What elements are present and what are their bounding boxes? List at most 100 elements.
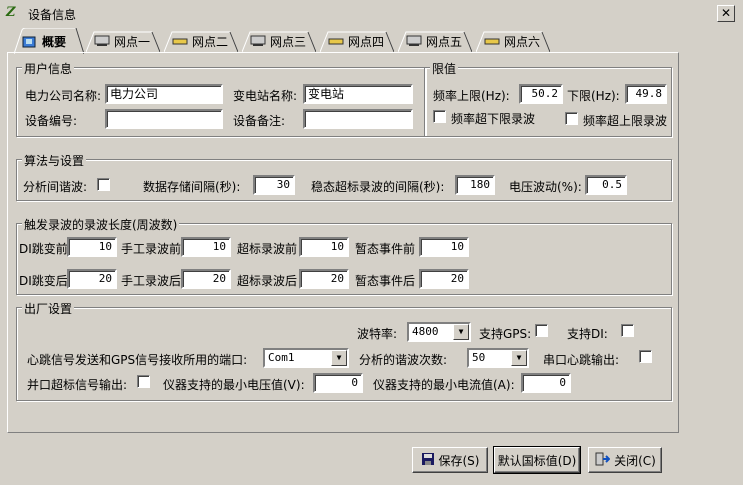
user-info-group: 用户信息 电力公司名称: 电力公司 变电站名称: 变电站 设备编号: 设备备注: (16, 60, 426, 137)
group-title: 出厂设置 (22, 300, 75, 317)
min-voltage-input[interactable]: 0 (313, 373, 363, 393)
tab-network-2[interactable]: 网点二 (164, 30, 238, 52)
group-title: 算法与设置 (22, 152, 87, 169)
save-label: 保存(S) (438, 453, 480, 468)
default-label: 默认国标值(D) (497, 453, 577, 468)
interharmonic-label: 分析间谐波: (23, 180, 88, 194)
device-note-input[interactable] (303, 109, 413, 129)
manual-after-label: 手工录波后 (121, 274, 182, 288)
above-limit-checkbox[interactable] (565, 112, 578, 125)
port-select[interactable]: Com1 ▼ (263, 348, 349, 368)
di-after-input[interactable]: 20 (67, 269, 117, 289)
parallel-output-label: 并口超标信号输出: (27, 378, 128, 392)
tab-label: 网点三 (270, 34, 307, 49)
min-current-input[interactable]: 0 (521, 373, 571, 393)
network-icon (484, 35, 500, 47)
app-icon: Z (6, 5, 16, 20)
device-number-input[interactable] (105, 109, 223, 129)
below-limit-checkbox[interactable] (433, 110, 446, 123)
above-limit-label: 频率超上限录波 (583, 114, 668, 128)
substation-label: 变电站名称: (233, 89, 298, 103)
tab-network-6[interactable]: 网点六 (476, 30, 550, 52)
transient-after-input[interactable]: 20 (419, 269, 469, 289)
transient-before-label: 暂态事件前 (355, 242, 416, 256)
tab-panel: 用户信息 电力公司名称: 电力公司 变电站名称: 变电站 设备编号: 设备备注:… (7, 52, 679, 433)
di-before-label: DI跳变前 (19, 242, 68, 256)
manual-before-input[interactable]: 10 (181, 237, 231, 257)
di-support-checkbox[interactable] (621, 324, 634, 337)
gps-support-label: 支持GPS: (479, 327, 532, 341)
network-icon (250, 35, 266, 47)
close-button[interactable]: 关闭(C) (588, 447, 662, 473)
network-icon (172, 35, 188, 47)
steady-interval-input[interactable]: 180 (455, 175, 495, 195)
storage-interval-input[interactable]: 30 (253, 175, 295, 195)
tab-label: 概要 (42, 34, 67, 49)
limits-group: 限值 频率上限(Hz): 50.2 下限(Hz): 49.8 频率超下限录波 频… (424, 60, 672, 137)
harmonic-order-select[interactable]: 50 ▼ (467, 348, 529, 368)
network-icon (406, 35, 422, 47)
exit-door-icon (594, 452, 611, 469)
transient-after-label: 暂态事件后 (355, 274, 416, 288)
network-icon (94, 35, 110, 47)
manual-before-label: 手工录波前 (121, 242, 182, 256)
factory-settings-group: 出厂设置 波特率: 4800 ▼ 支持GPS: 支持DI: 心跳信号发送和GPS… (16, 300, 672, 401)
trigger-length-group: 触发录波的录波长度(周波数) DI跳变前 10 手工录波前 10 超标录波前 1… (16, 216, 672, 295)
harmonic-value: 50 (472, 351, 486, 364)
tab-network-5[interactable]: 网点五 (398, 30, 472, 52)
manual-after-input[interactable]: 20 (181, 269, 231, 289)
tab-label: 网点六 (504, 34, 541, 49)
baud-rate-select[interactable]: 4800 ▼ (407, 322, 471, 342)
tab-label: 网点四 (348, 34, 385, 49)
group-title: 限值 (430, 60, 459, 77)
baud-value: 4800 (412, 325, 439, 338)
device-note-label: 设备备注: (233, 114, 286, 128)
freq-upper-input[interactable]: 50.2 (519, 84, 563, 104)
port-label: 心跳信号发送和GPS信号接收所用的端口: (27, 353, 248, 367)
min-voltage-label: 仪器支持的最小电压值(V): (163, 378, 305, 392)
freq-lower-label: 下限(Hz): (567, 89, 620, 103)
close-window-button[interactable]: ✕ (717, 5, 735, 22)
title-bar: Z 设备信息 ✕ (0, 0, 743, 28)
floppy-disk-icon (421, 452, 435, 469)
interharmonic-checkbox[interactable] (97, 178, 110, 191)
tab-network-3[interactable]: 网点三 (242, 30, 316, 52)
tab-network-4[interactable]: 网点四 (320, 30, 394, 52)
company-label: 电力公司名称: (25, 89, 102, 103)
voltage-fluct-label: 电压波动(%): (509, 180, 582, 194)
harmonic-order-label: 分析的谐波次数: (359, 353, 448, 367)
chevron-down-icon[interactable]: ▼ (453, 324, 469, 340)
di-before-input[interactable]: 10 (67, 237, 117, 257)
min-current-label: 仪器支持的最小电流值(A): (373, 378, 515, 392)
group-title: 用户信息 (22, 60, 75, 77)
voltage-fluct-input[interactable]: 0.5 (585, 175, 627, 195)
over-before-label: 超标录波前 (237, 242, 298, 256)
chevron-down-icon[interactable]: ▼ (511, 350, 527, 366)
group-title: 触发录波的录波长度(周波数) (22, 216, 180, 233)
steady-interval-label: 稳态超标录波的间隔(秒): (311, 180, 445, 194)
freq-lower-input[interactable]: 49.8 (625, 84, 667, 104)
serial-heartbeat-checkbox[interactable] (639, 350, 652, 363)
save-button[interactable]: 保存(S) (412, 447, 488, 473)
below-limit-label: 频率超下限录波 (451, 112, 536, 126)
tab-network-1[interactable]: 网点一 (86, 30, 160, 52)
tab-overview[interactable]: 概要 (14, 28, 84, 54)
di-support-label: 支持DI: (567, 327, 608, 341)
over-before-input[interactable]: 10 (299, 237, 349, 257)
parallel-output-checkbox[interactable] (137, 375, 150, 388)
network-icon (328, 35, 344, 47)
tab-label: 网点二 (192, 34, 229, 49)
tab-label: 网点一 (114, 34, 151, 49)
algorithm-group: 算法与设置 分析间谐波: 数据存储间隔(秒): 30 稳态超标录波的间隔(秒):… (16, 152, 672, 201)
freq-upper-label: 频率上限(Hz): (433, 89, 510, 103)
tab-label: 网点五 (426, 34, 463, 49)
default-standard-button[interactable]: 默认国标值(D) (493, 446, 581, 474)
substation-name-input[interactable]: 变电站 (303, 84, 413, 104)
chevron-down-icon[interactable]: ▼ (331, 350, 347, 366)
gps-support-checkbox[interactable] (535, 324, 548, 337)
over-after-input[interactable]: 20 (299, 269, 349, 289)
company-name-input[interactable]: 电力公司 (105, 84, 223, 104)
window-title: 设备信息 (28, 8, 77, 22)
device-no-label: 设备编号: (25, 114, 78, 128)
transient-before-input[interactable]: 10 (419, 237, 469, 257)
